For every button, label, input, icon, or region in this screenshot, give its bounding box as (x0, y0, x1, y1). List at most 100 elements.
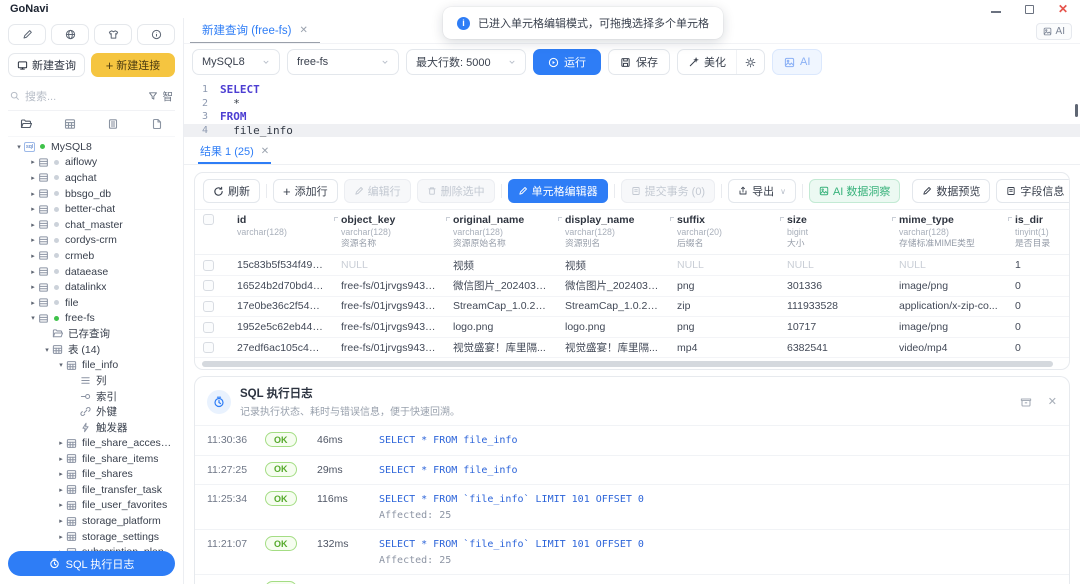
table-cell[interactable]: 微信图片_20240326... (445, 275, 557, 297)
table-cell[interactable]: StreamCap_1.0.2_2_... (445, 296, 557, 318)
table-cell[interactable]: 1952e5c62eb44ce8... (229, 316, 333, 338)
table-cell[interactable]: 27edf6ac105c44598... (229, 337, 333, 359)
commit-button[interactable]: 提交事务 (0) (620, 179, 716, 203)
tree-item[interactable]: 已存查询 (8, 326, 175, 342)
column-resize-handle[interactable] (558, 217, 562, 221)
add-row-button[interactable]: + 添加行 (273, 179, 338, 203)
tree-item[interactable]: 触发器 (8, 420, 175, 436)
table-cell[interactable]: NULL (779, 254, 891, 277)
tree-expander-icon[interactable]: ▸ (28, 221, 38, 229)
row-checkbox[interactable] (203, 280, 214, 292)
max-rows-select[interactable]: 最大行数: 5000 (406, 49, 526, 75)
table-cell[interactable]: 视频 (445, 254, 557, 277)
tree-expander-icon[interactable]: ▸ (56, 470, 66, 478)
tree-expander-icon[interactable]: ▾ (42, 346, 52, 354)
tree-item[interactable]: ▾ free-fs (8, 311, 175, 327)
table-cell[interactable]: free-fs/01jrvgs943q... (333, 275, 445, 297)
tree-expander-icon[interactable]: ▸ (28, 268, 38, 276)
table-row[interactable]: 1952e5c62eb44ce8... free-fs/01jrvgs943q..… (195, 316, 1069, 338)
column-header[interactable]: object_key varchar(128) 资源名称 (333, 208, 445, 256)
cell-editor-button[interactable]: 单元格编辑器 (507, 179, 608, 203)
column-resize-handle[interactable] (334, 217, 338, 221)
info-icon[interactable] (137, 24, 175, 45)
table-cell[interactable]: image/png (891, 275, 1007, 297)
beautify-button[interactable]: 美化 (678, 50, 736, 74)
tree-expander-icon[interactable]: ▸ (56, 455, 66, 463)
new-connection-button[interactable]: + 新建连接 (91, 53, 175, 77)
tree-item[interactable]: ▾ 表 (14) (8, 342, 175, 358)
table-cell[interactable]: 10717 (779, 316, 891, 338)
tree-item[interactable]: ▾ sql MySQL8 (8, 139, 175, 155)
row-checkbox[interactable] (203, 342, 214, 354)
editor-line[interactable]: 4 file_info (184, 123, 1080, 137)
tree-expander-icon[interactable]: ▸ (28, 236, 38, 244)
row-checkbox[interactable] (203, 300, 214, 312)
column-header[interactable]: size bigint 大小 (779, 208, 891, 256)
tree-item[interactable]: ▸ file_share_items (8, 451, 175, 467)
tree-item[interactable]: ▸ aiflowy (8, 155, 175, 171)
tree-expander-icon[interactable]: ▾ (56, 361, 66, 369)
table-cell[interactable]: application/x-zip-co... (891, 296, 1007, 318)
table-cell[interactable]: video/mp4 (891, 337, 1007, 359)
tree-item[interactable]: ▸ better-chat (8, 201, 175, 217)
table-row[interactable]: 27edf6ac105c44598... free-fs/01jrvgs943q.… (195, 337, 1069, 359)
results-tab[interactable]: 结果 1 (25) ✕ (198, 140, 272, 164)
ai-insight-button[interactable]: AI 数据洞察 (808, 179, 901, 203)
table-cell[interactable]: 111933528 (779, 296, 891, 318)
sql-editor[interactable]: 1 SELECT 2 * 3 FROM 4 file_info (184, 80, 1080, 140)
table-cell[interactable]: free-fs/01jrvgs943q... (333, 337, 445, 359)
tree-item[interactable]: ▸ dataease (8, 264, 175, 280)
tree-expander-icon[interactable]: ▸ (56, 501, 66, 509)
tree-item[interactable]: ▸ chat_master (8, 217, 175, 233)
tree-expander-icon[interactable]: ▸ (28, 205, 38, 213)
table-cell[interactable]: 15c83b5f534f49e4b... (229, 254, 333, 277)
table-cell[interactable]: free-fs/01jrvgs943q... (333, 316, 445, 338)
connection-select[interactable]: MySQL8 (192, 49, 280, 75)
settings-button[interactable] (736, 50, 764, 74)
table-cell[interactable]: png (669, 275, 779, 297)
filter-icon[interactable] (148, 91, 158, 101)
tree-expander-icon[interactable]: ▾ (14, 143, 24, 151)
column-header[interactable]: id varchar(128) (229, 208, 333, 256)
table-cell[interactable]: StreamCap_1.0.2_2_... (557, 296, 669, 318)
field-info-button[interactable]: 字段信息 (996, 179, 1069, 203)
table-cell[interactable]: 1 (1007, 254, 1069, 277)
table-cell[interactable]: 16524b2d70bd4527... (229, 275, 333, 297)
table-cell[interactable]: 0 (1007, 337, 1069, 359)
tree-expander-icon[interactable]: ▸ (56, 439, 66, 447)
tree-item[interactable]: ▸ bbsgo_db (8, 186, 175, 202)
horizontal-scrollbar[interactable] (202, 360, 1054, 367)
tree-expander-icon[interactable]: ▸ (56, 533, 66, 541)
tree-expander-icon[interactable]: ▾ (28, 314, 38, 322)
tree-expander-icon[interactable]: ▸ (56, 517, 66, 525)
table-cell[interactable]: mp4 (669, 337, 779, 359)
tree-expander-icon[interactable]: ▸ (28, 158, 38, 166)
column-resize-handle[interactable] (892, 217, 896, 221)
export-button[interactable]: 导出 ∨ (728, 179, 796, 203)
table-cell[interactable]: NULL (669, 254, 779, 277)
column-header[interactable]: suffix varchar(20) 后缀名 (669, 208, 779, 256)
table-tab-icon[interactable] (64, 118, 76, 130)
smart-filter-label[interactable]: 智 (163, 89, 174, 104)
clear-log-icon[interactable] (1020, 396, 1032, 408)
table-cell[interactable]: zip (669, 296, 779, 318)
table-cell[interactable]: 视觉盛宴！库里隔... (557, 337, 669, 359)
log-entry[interactable]: 11:17:54OK35msSELECT * FROM file_info (195, 574, 1069, 584)
column-header[interactable]: mime_type varchar(128) 存储标准MIME类型 (891, 208, 1007, 256)
tree-item[interactable]: ▸ crmeb (8, 248, 175, 264)
run-button[interactable]: 运行 (533, 49, 601, 75)
tree-item[interactable]: ▸ file_transfer_task (8, 482, 175, 498)
tree-item[interactable]: ▸ file_share_access_record (8, 435, 175, 451)
minimize-icon[interactable] (990, 10, 1001, 13)
sql-log-button[interactable]: SQL 执行日志 (8, 551, 175, 576)
table-cell[interactable]: 0 (1007, 316, 1069, 338)
tree-item[interactable]: ▸ aqchat (8, 170, 175, 186)
log-entry[interactable]: 11:25:34 OK 116ms SELECT * FROM `file_info`… (195, 484, 1069, 529)
column-resize-handle[interactable] (446, 217, 450, 221)
search-input[interactable]: 搜索... 智 (8, 86, 175, 106)
table-cell[interactable]: png (669, 316, 779, 338)
tree-item[interactable]: ▸ storage_settings (8, 529, 175, 545)
database-select[interactable]: free-fs (287, 49, 399, 75)
refresh-button[interactable]: 刷新 (203, 179, 260, 203)
table-cell[interactable]: NULL (891, 254, 1007, 277)
